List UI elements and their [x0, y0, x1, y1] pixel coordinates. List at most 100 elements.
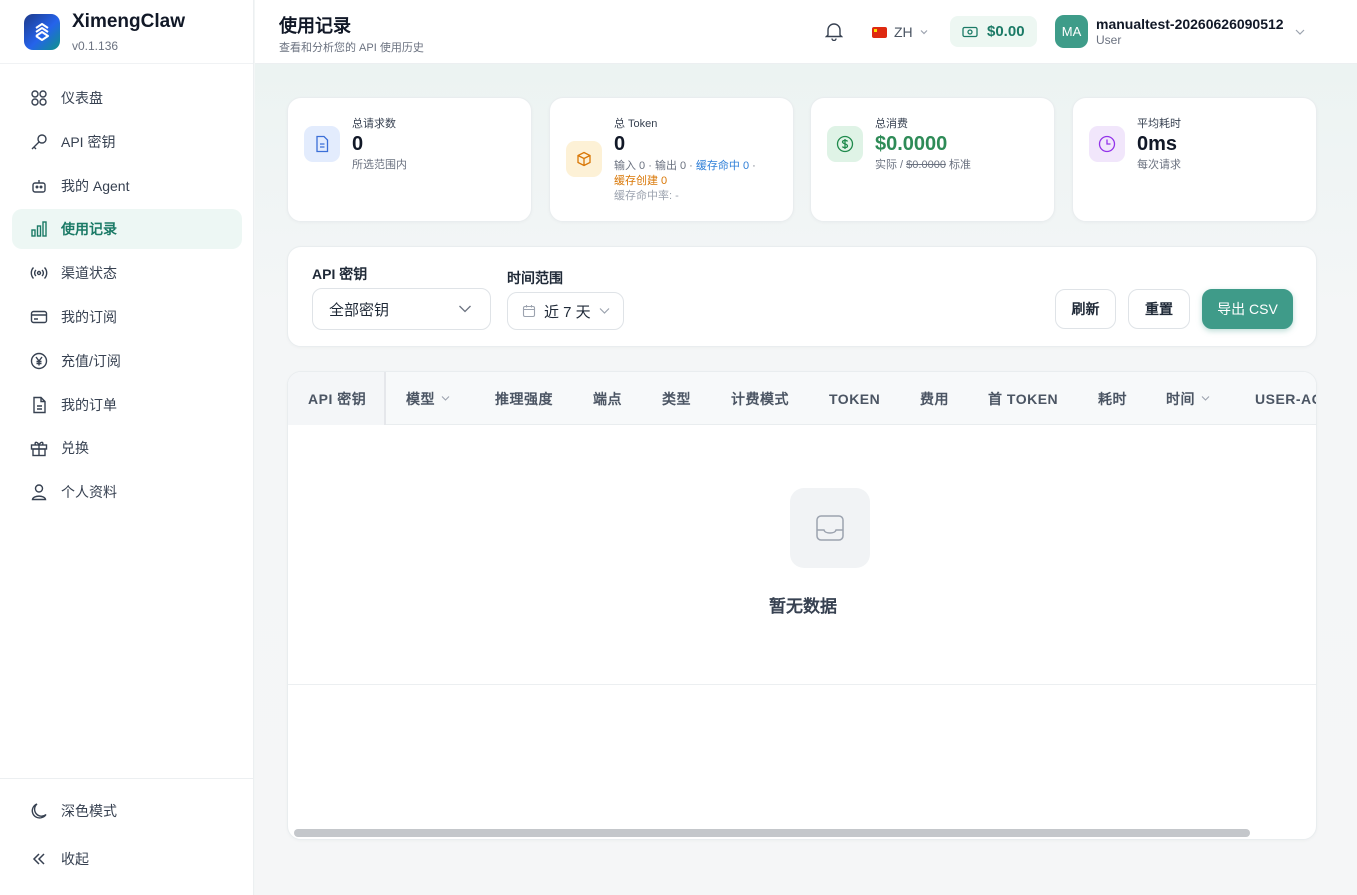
horizontal-scrollbar[interactable]: [294, 829, 1250, 837]
api-key-filter-label: API 密钥: [312, 266, 368, 282]
column-header-cost[interactable]: 费用: [920, 372, 949, 425]
stat-value: 0: [352, 133, 364, 155]
brand: XimengClaw v0.1.136: [0, 0, 253, 64]
sort-chevron-icon: [441, 396, 450, 401]
sidebar-item-label: 我的订单: [61, 396, 117, 413]
token-separator: ·: [749, 160, 756, 172]
column-header-first-token[interactable]: 首 TOKEN: [988, 372, 1058, 425]
column-header-time[interactable]: 时间: [1166, 372, 1210, 425]
card-icon: [28, 306, 50, 328]
app-version: v0.1.136: [72, 38, 119, 53]
document-icon: [28, 394, 50, 416]
collapse-icon: [28, 848, 50, 870]
cost-standard: $0.0000: [906, 159, 946, 171]
stat-label: 总 Token: [614, 118, 658, 130]
token-cache-hit: 缓存命中 0: [695, 160, 750, 172]
dark-mode-toggle[interactable]: 深色模式: [12, 791, 242, 831]
app-name: XimengClaw: [72, 10, 185, 32]
collapse-sidebar-button[interactable]: 收起: [12, 839, 242, 879]
sidebar-item-api-keys[interactable]: API 密钥: [12, 122, 242, 162]
collapse-label: 收起: [61, 851, 89, 867]
sidebar-item-label: 渠道状态: [61, 265, 117, 282]
time-range-filter-label: 时间范围: [507, 270, 563, 286]
chevron-down-icon: [1295, 29, 1305, 35]
dark-mode-label: 深色模式: [61, 803, 117, 819]
language-code: ZH: [894, 24, 913, 40]
chevron-down-icon: [920, 30, 928, 35]
sidebar-item-label: 使用记录: [61, 221, 117, 238]
bar-chart-icon: [28, 218, 50, 240]
key-icon: [28, 131, 50, 153]
main-content: 总请求数 0 所选范围内 总 Token 0 输入 0 · 输出 0 · 缓存命…: [255, 64, 1357, 895]
app-logo[interactable]: [24, 13, 60, 50]
column-header-reasoning[interactable]: 推理强度: [495, 372, 553, 425]
inbox-icon: [790, 488, 870, 568]
sidebar-footer: 深色模式 收起: [0, 778, 254, 895]
china-flag-icon: [872, 26, 887, 38]
stat-card-requests: 总请求数 0 所选范围内: [287, 97, 532, 222]
column-header-duration[interactable]: 耗时: [1098, 372, 1127, 425]
page-title: 使用记录: [279, 16, 351, 36]
column-header-type[interactable]: 类型: [662, 372, 691, 425]
chevron-down-icon: [459, 305, 471, 313]
sidebar: XimengClaw v0.1.136 仪表盘 API 密钥 我的 Agent …: [0, 0, 254, 895]
column-label: 模型: [406, 390, 435, 407]
empty-state-text: 暂无数据: [769, 597, 837, 616]
top-header: 使用记录 查看和分析您的 API 使用历史 ZH $0.00 MA manual…: [255, 0, 1357, 64]
token-cache-create: 缓存创建 0: [614, 175, 668, 187]
user-menu[interactable]: MA manualtest-20260626090512 User: [1055, 15, 1306, 48]
sidebar-item-usage[interactable]: 使用记录: [12, 209, 242, 250]
stat-label: 总消费: [875, 118, 908, 130]
stat-value: 0ms: [1137, 133, 1178, 155]
stat-value: $0.0000: [875, 133, 948, 155]
stat-label: 平均耗时: [1137, 118, 1181, 130]
document-icon: [304, 126, 340, 162]
export-csv-button[interactable]: 导出 CSV: [1202, 289, 1293, 329]
sidebar-item-label: API 密钥: [61, 133, 116, 150]
language-switcher[interactable]: ZH: [872, 20, 929, 44]
user-icon: [28, 481, 50, 503]
sidebar-item-agent[interactable]: 我的 Agent: [12, 166, 242, 206]
usage-table: API 密钥 模型 推理强度 端点 类型 计费模式 TOKEN 费用 首 TOK…: [287, 371, 1317, 840]
cost-note: 实际 / $0.0000 标准: [875, 158, 1047, 173]
time-range-value: 近 7 天: [544, 303, 591, 321]
balance-badge[interactable]: $0.00: [950, 16, 1037, 47]
cash-icon: [962, 26, 978, 37]
token-breakdown: 输入 0 · 输出 0 · 缓存命中 0 · 缓存创建 0 缓存命中率: -: [614, 159, 786, 204]
stat-value: 0: [614, 133, 626, 155]
sidebar-item-dashboard[interactable]: 仪表盘: [12, 78, 242, 118]
sidebar-item-label: 个人资料: [61, 484, 117, 501]
column-header-endpoint[interactable]: 端点: [593, 372, 622, 425]
refresh-button[interactable]: 刷新: [1055, 289, 1116, 329]
sidebar-item-label: 充值/订阅: [61, 352, 121, 369]
cost-note-suffix: 标准: [945, 159, 971, 171]
column-header-token[interactable]: TOKEN: [829, 372, 880, 425]
chevron-down-icon: [599, 308, 610, 314]
token-io: 输入 0 · 输出 0 ·: [614, 160, 696, 172]
sidebar-item-subscriptions[interactable]: 我的订阅: [12, 297, 242, 337]
api-key-select[interactable]: 全部密钥: [312, 288, 491, 330]
sidebar-item-redeem[interactable]: 兑换: [12, 428, 242, 468]
stat-note: 所选范围内: [352, 159, 407, 171]
api-key-select-value: 全部密钥: [329, 301, 390, 319]
sort-chevron-icon: [1201, 396, 1210, 401]
balance-value: $0.00: [987, 23, 1025, 40]
stat-card-cost: 总消费 $0.0000 实际 / $0.0000 标准: [810, 97, 1055, 222]
sidebar-item-profile[interactable]: 个人资料: [12, 472, 242, 512]
sidebar-item-orders[interactable]: 我的订单: [12, 385, 242, 425]
user-role: User: [1096, 33, 1122, 47]
sidebar-item-channel-status[interactable]: 渠道状态: [12, 253, 242, 293]
sidebar-item-recharge[interactable]: 充值/订阅: [12, 341, 242, 381]
notification-bell-icon[interactable]: [824, 21, 845, 43]
robot-icon: [28, 175, 50, 197]
column-header-api-key[interactable]: API 密钥: [288, 372, 386, 425]
time-range-select[interactable]: 近 7 天: [507, 292, 624, 330]
signal-icon: [28, 262, 50, 284]
column-label: 时间: [1166, 390, 1195, 407]
page-subtitle: 查看和分析您的 API 使用历史: [279, 42, 424, 54]
reset-button[interactable]: 重置: [1128, 289, 1190, 329]
column-header-billing-mode[interactable]: 计费模式: [731, 372, 789, 425]
cube-icon: [566, 141, 602, 177]
column-header-model[interactable]: 模型: [406, 372, 450, 425]
column-header-user-agent[interactable]: USER-AG: [1255, 372, 1316, 425]
